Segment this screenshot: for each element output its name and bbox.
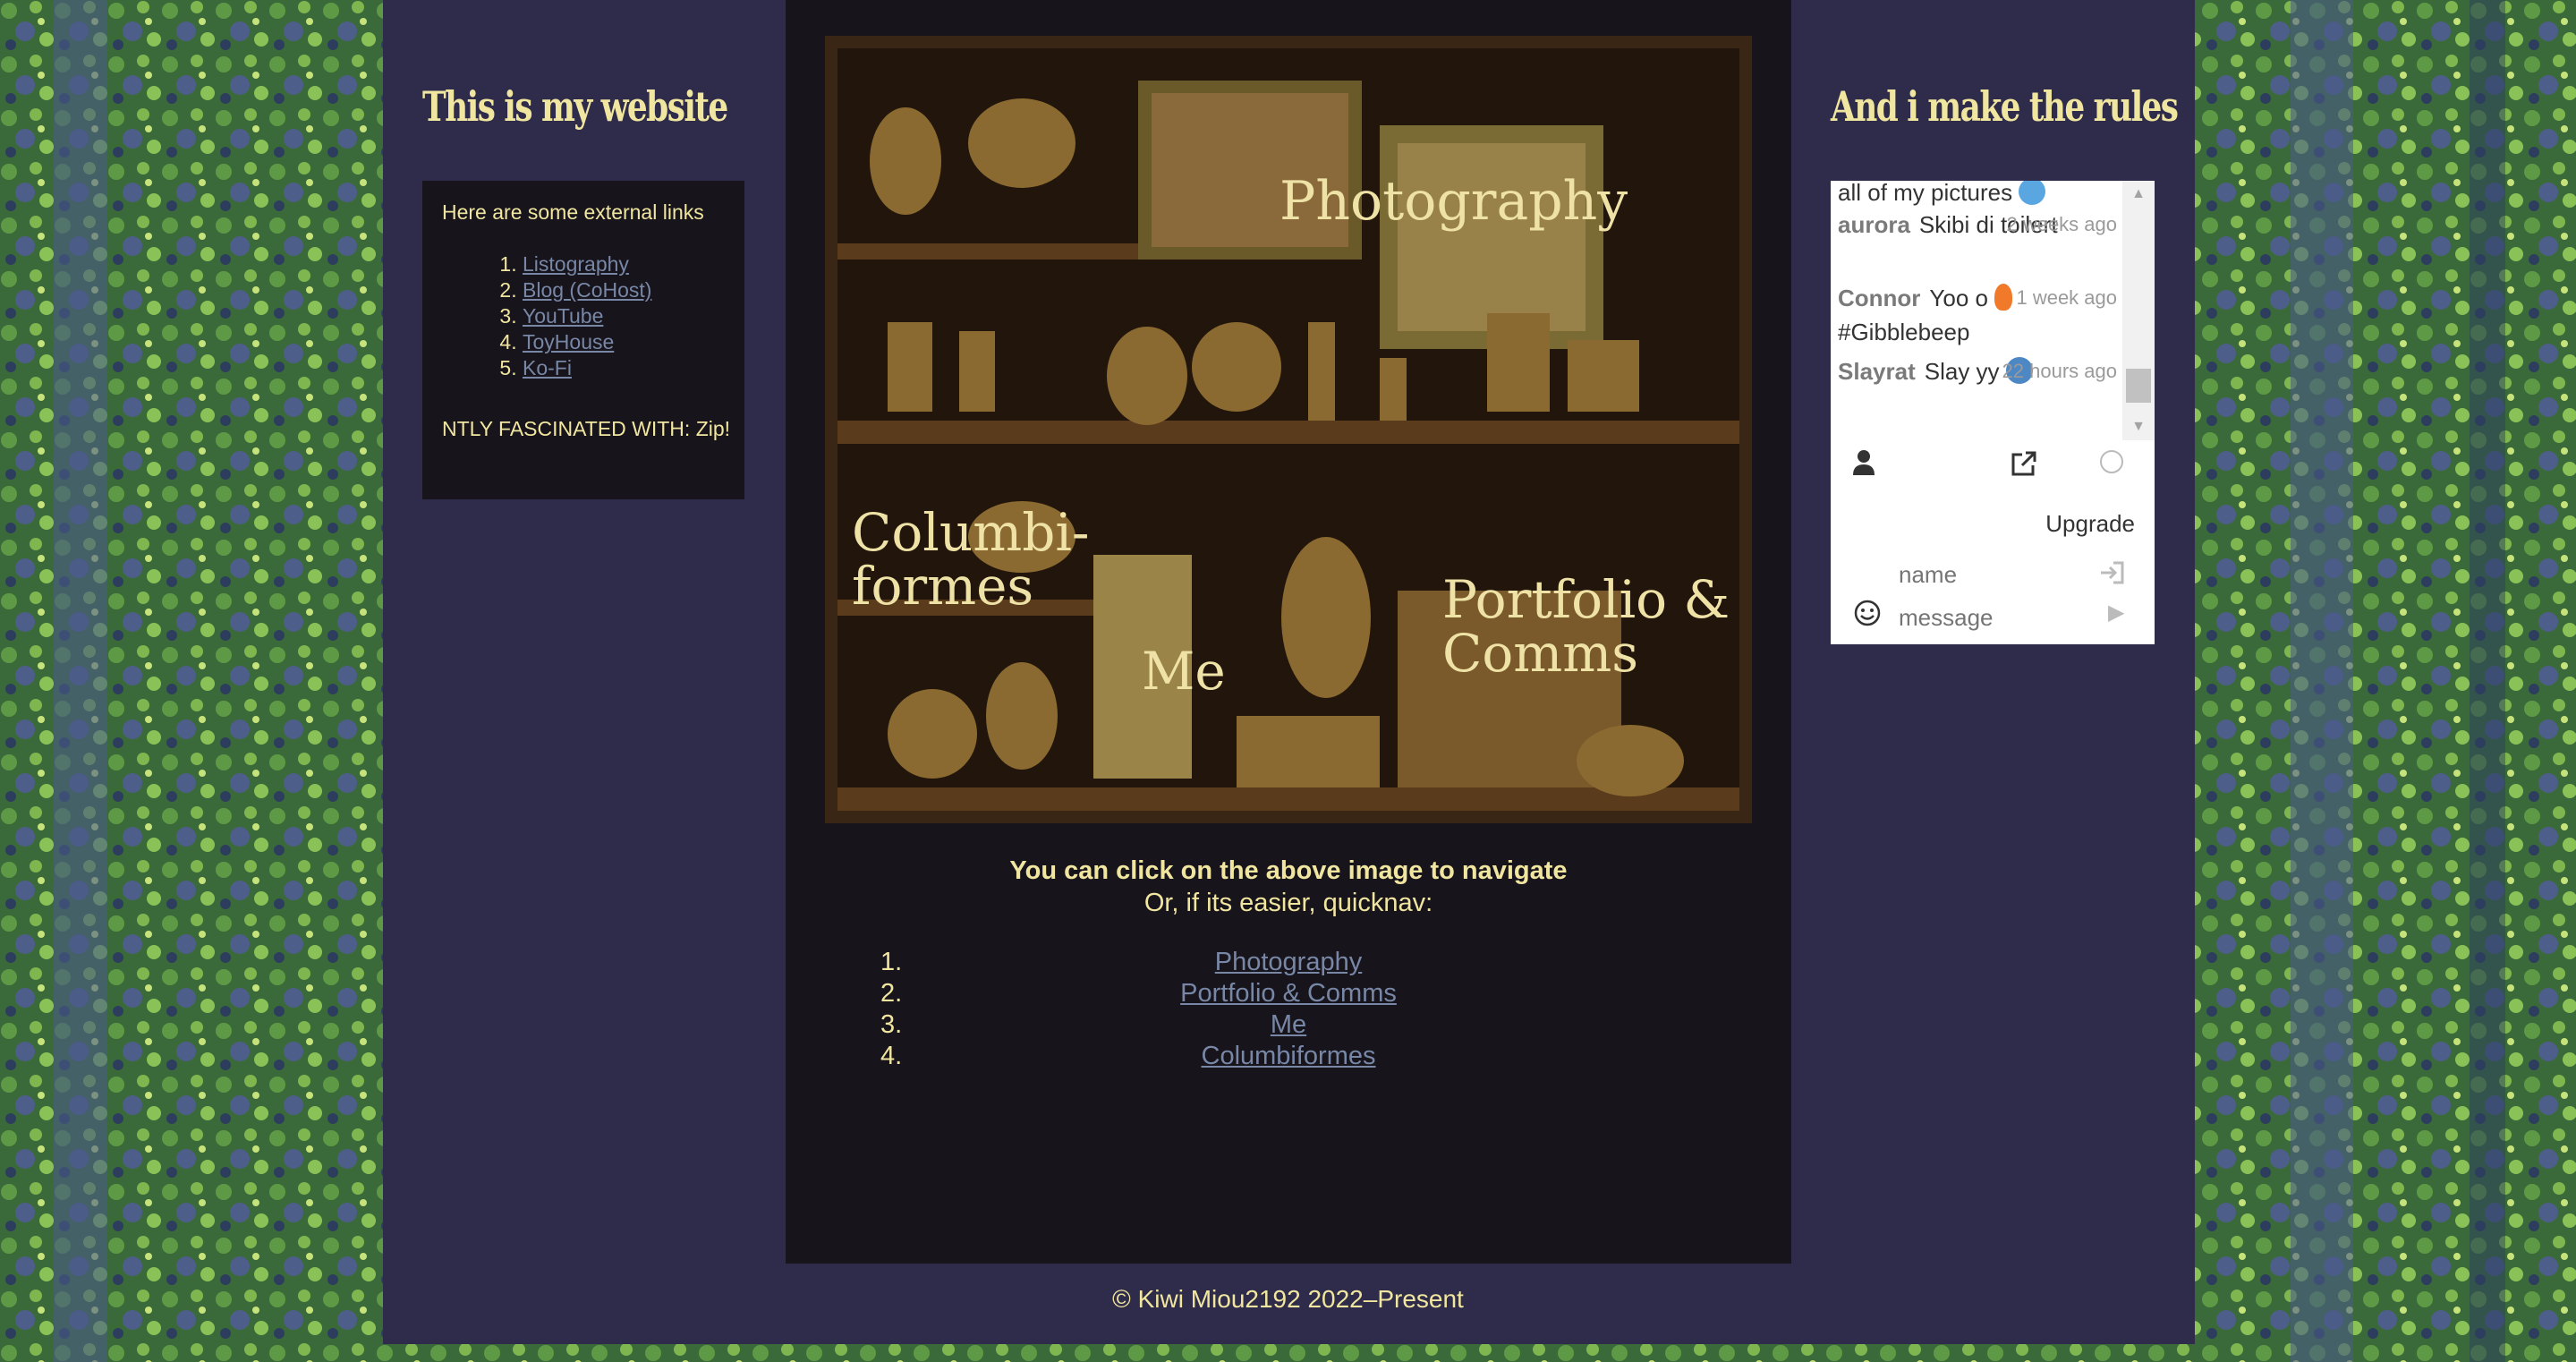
chat-username[interactable]: aurora	[1838, 211, 1910, 238]
nav-line-1: You can click on the above image to navi…	[1009, 856, 1568, 885]
image-label-portfolio-1[interactable]: Portfolio &	[1442, 569, 1730, 630]
links-heading: Here are some external links	[442, 200, 704, 224]
external-links-list: Listography Blog (CoHost) YouTube ToyHou…	[442, 251, 725, 381]
image-label-columbiformes-2[interactable]: formes	[852, 556, 1033, 617]
link-kofi[interactable]: Ko-Fi	[523, 356, 572, 379]
chat-timestamp: 2 weeks ago	[2006, 213, 2117, 235]
fascination-marquee: NTLY FASCINATED WITH: Zip!	[442, 417, 731, 440]
image-label-photography[interactable]: Photography	[1279, 170, 1628, 233]
link-listography[interactable]: Listography	[523, 252, 629, 276]
chat-message: all of my pictures	[1838, 181, 2117, 209]
external-links-box: Here are some external links Listography…	[422, 181, 744, 499]
chat-message-input[interactable]	[1897, 603, 2106, 633]
quicknav-list: 1. Photography 2. Portfolio & Comms 3. Me 4…	[786, 947, 1791, 1072]
chat-message-text: #Gibblebeep	[1838, 319, 1970, 345]
quicknav-portfolio[interactable]: Portfolio & Comms	[1180, 979, 1397, 1008]
footer-copyright: © Kiwi Miou2192 2022–Present	[1112, 1285, 1464, 1313]
user-icon[interactable]	[1852, 449, 1875, 482]
chat-name-input[interactable]	[1897, 560, 2106, 590]
nav-instructions: You can click on the above image to navi…	[786, 855, 1791, 919]
image-label-me[interactable]: Me	[1142, 641, 1226, 702]
scroll-down-icon[interactable]: ▼	[2122, 413, 2155, 440]
link-youtube[interactable]: YouTube	[523, 304, 603, 328]
center-panel: Photography Columbi- formes Me Portfolio…	[786, 0, 1791, 1264]
chat-scrollbar[interactable]: ▲ ▼	[2122, 181, 2155, 440]
chat-timestamp: 1 week ago	[2016, 286, 2117, 309]
sign-in-icon[interactable]	[2099, 560, 2124, 592]
smile-emoji-icon	[2019, 181, 2046, 205]
quicknav-number: 4.	[880, 1042, 903, 1070]
list-item: 1. Photography	[786, 947, 1791, 978]
link-toyhouse[interactable]: ToyHouse	[523, 330, 614, 353]
chat-message: Connor Yoo o #Gibblebeep 1 week ago	[1838, 281, 2117, 349]
status-circle-icon[interactable]	[2099, 449, 2124, 481]
list-item: YouTube	[523, 303, 725, 329]
list-item: 2. Portfolio & Comms	[786, 978, 1791, 1009]
chat-timestamp: 22 hours ago	[2002, 360, 2117, 382]
list-item: 4. Columbiformes	[786, 1041, 1791, 1072]
emoji-picker-icon[interactable]	[1854, 600, 1881, 633]
image-label-portfolio-2[interactable]: Comms	[1442, 623, 1638, 684]
list-item: Listography	[523, 251, 725, 277]
chat-message-text: Yoo o	[1929, 285, 1988, 311]
chat-username[interactable]: Connor	[1838, 285, 1920, 311]
send-icon[interactable]: ▶	[2108, 600, 2124, 626]
quicknav-me[interactable]: Me	[1271, 1010, 1306, 1039]
list-item: Ko-Fi	[523, 355, 725, 381]
scroll-up-icon[interactable]: ▲	[2122, 181, 2155, 208]
nav-line-2: Or, if its easier, quicknav:	[1143, 889, 1433, 917]
list-item: 3. Me	[786, 1009, 1791, 1041]
chat-message: aurora Skibi di toilert 2 weeks ago	[1838, 208, 2117, 242]
chat-username[interactable]: Slayrat	[1838, 358, 1916, 385]
scroll-thumb[interactable]	[2126, 369, 2151, 403]
shelf-image-map[interactable]: Photography Columbi- formes Me Portfolio…	[825, 36, 1752, 823]
chat-message: Slayrat Slay yy 22 hours ago	[1838, 354, 2117, 388]
list-item: ToyHouse	[523, 329, 725, 355]
right-title: And i make the rules	[1831, 82, 2179, 131]
chat-toolbar	[1831, 449, 2155, 503]
quicknav-number: 3.	[880, 1010, 903, 1039]
fire-emoji-icon	[1994, 284, 2013, 311]
chat-messages[interactable]: all of my pictures aurora Skibi di toiler…	[1831, 181, 2122, 440]
chatbox: all of my pictures aurora Skibi di toiler…	[1831, 181, 2155, 644]
quicknav-columbiformes[interactable]: Columbiformes	[1202, 1042, 1376, 1070]
quicknav-photography[interactable]: Photography	[1215, 948, 1362, 976]
chat-message-text: Slay yy	[1924, 358, 2000, 385]
chat-message-text: all of my pictures	[1838, 181, 2013, 206]
upgrade-link[interactable]: Upgrade	[2045, 510, 2135, 538]
list-item: Blog (CoHost)	[523, 277, 725, 303]
quicknav-number: 2.	[880, 979, 903, 1008]
link-blog[interactable]: Blog (CoHost)	[523, 278, 651, 302]
left-title: This is my website	[422, 82, 728, 131]
external-link-icon[interactable]	[2010, 449, 2038, 484]
image-label-columbiformes-1[interactable]: Columbi-	[852, 502, 1089, 563]
quicknav-number: 1.	[880, 948, 903, 976]
